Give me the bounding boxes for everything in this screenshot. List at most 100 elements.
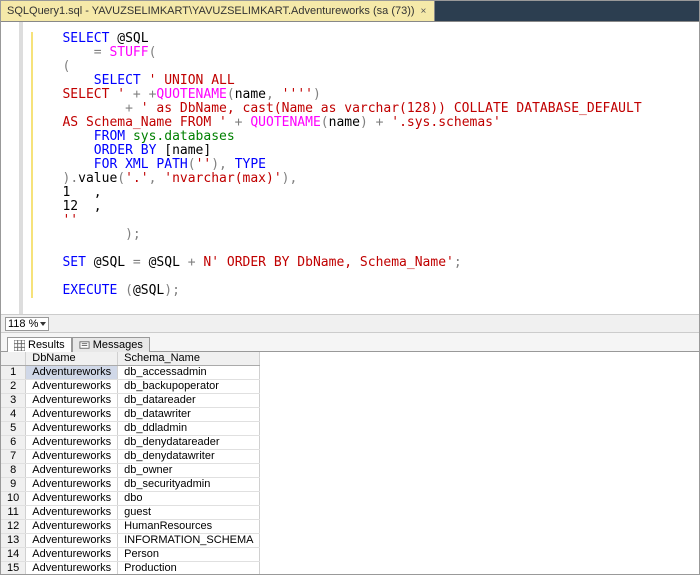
row-number[interactable]: 10 (1, 492, 26, 506)
table-row[interactable]: 13AdventureworksINFORMATION_SCHEMA (1, 534, 260, 548)
cell-schemaname[interactable]: guest (118, 506, 260, 520)
cell-dbname[interactable]: Adventureworks (26, 562, 118, 575)
sql-editor[interactable]: SELECT @SQL = STUFF( ( SELECT ' UNION AL… (1, 22, 699, 314)
code-line: ); (39, 227, 141, 242)
code-line: ).value('.', 'nvarchar(max)'), (39, 171, 297, 186)
cell-schemaname[interactable]: db_backupoperator (118, 380, 260, 394)
cell-dbname[interactable]: Adventureworks (26, 394, 118, 408)
cell-dbname[interactable]: Adventureworks (26, 534, 118, 548)
cell-schemaname[interactable]: db_datareader (118, 394, 260, 408)
results-grid[interactable]: DbName Schema_Name 1Adventureworksdb_acc… (1, 352, 699, 574)
table-row[interactable]: 12AdventureworksHumanResources (1, 520, 260, 534)
cell-schemaname[interactable]: db_ddladmin (118, 422, 260, 436)
table-row[interactable]: 6Adventureworksdb_denydatareader (1, 436, 260, 450)
row-number[interactable]: 3 (1, 394, 26, 408)
rownum-header[interactable] (1, 352, 26, 366)
cell-schemaname[interactable]: db_securityadmin (118, 478, 260, 492)
results-tab-bar: Results Messages (1, 332, 699, 352)
table-row[interactable]: 5Adventureworksdb_ddladmin (1, 422, 260, 436)
row-number[interactable]: 7 (1, 450, 26, 464)
row-number[interactable]: 2 (1, 380, 26, 394)
code-line (39, 241, 47, 256)
cell-dbname[interactable]: Adventureworks (26, 464, 118, 478)
code-line: 12 , (39, 199, 102, 214)
cell-schemaname[interactable]: db_datawriter (118, 408, 260, 422)
cell-dbname[interactable]: Adventureworks (26, 366, 118, 380)
cell-schemaname[interactable]: db_accessadmin (118, 366, 260, 380)
code-line: SELECT ' UNION ALL (39, 73, 235, 88)
tab-results-label: Results (28, 339, 65, 351)
row-number[interactable]: 4 (1, 408, 26, 422)
row-number[interactable]: 12 (1, 520, 26, 534)
code-line: EXECUTE (@SQL); (39, 283, 180, 298)
code-line: '' (39, 213, 78, 228)
tab-label: SQLQuery1.sql - YAVUZSELIMKART\YAVUZSELI… (7, 5, 415, 17)
table-row[interactable]: 2Adventureworksdb_backupoperator (1, 380, 260, 394)
table-row[interactable]: 4Adventureworksdb_datawriter (1, 408, 260, 422)
zoom-value: 118 % (8, 318, 38, 330)
tab-results[interactable]: Results (7, 337, 72, 352)
zoom-dropdown[interactable]: 118 % (5, 317, 49, 331)
code-line: SELECT @SQL (39, 31, 149, 46)
row-number[interactable]: 5 (1, 422, 26, 436)
code-line: SELECT ' + +QUOTENAME(name, '''') (39, 87, 321, 102)
code-line: FOR XML PATH(''), TYPE (39, 157, 266, 172)
cell-dbname[interactable]: Adventureworks (26, 422, 118, 436)
code-line: FROM sys.databases (39, 129, 235, 144)
cell-schemaname[interactable]: db_denydatawriter (118, 450, 260, 464)
row-number[interactable]: 9 (1, 478, 26, 492)
chevron-down-icon (40, 322, 46, 326)
cell-dbname[interactable]: Adventureworks (26, 478, 118, 492)
table-row[interactable]: 9Adventureworksdb_securityadmin (1, 478, 260, 492)
code-line: + ' as DbName, cast(Name as varchar(128)… (39, 101, 642, 116)
code-line: ORDER BY [name] (39, 143, 211, 158)
app-window: SQLQuery1.sql - YAVUZSELIMKART\YAVUZSELI… (0, 0, 700, 575)
cell-dbname[interactable]: Adventureworks (26, 380, 118, 394)
row-number[interactable]: 14 (1, 548, 26, 562)
grid-icon (14, 340, 25, 351)
column-header-dbname[interactable]: DbName (26, 352, 118, 366)
zoom-bar: 118 % (1, 314, 699, 332)
cell-schemaname[interactable]: db_owner (118, 464, 260, 478)
table-row[interactable]: 3Adventureworksdb_datareader (1, 394, 260, 408)
table-row[interactable]: 8Adventureworksdb_owner (1, 464, 260, 478)
tab-messages-label: Messages (93, 339, 143, 351)
cell-dbname[interactable]: Adventureworks (26, 520, 118, 534)
table-row[interactable]: 10Adventureworksdbo (1, 492, 260, 506)
row-number[interactable]: 1 (1, 366, 26, 380)
table-row[interactable]: 14AdventureworksPerson (1, 548, 260, 562)
cell-dbname[interactable]: Adventureworks (26, 450, 118, 464)
document-tab-bar: SQLQuery1.sql - YAVUZSELIMKART\YAVUZSELI… (1, 1, 699, 22)
table-row[interactable]: 15AdventureworksProduction (1, 562, 260, 575)
cell-dbname[interactable]: Adventureworks (26, 408, 118, 422)
code-line (39, 269, 47, 284)
row-number[interactable]: 15 (1, 562, 26, 575)
table-row[interactable]: 1Adventureworksdb_accessadmin (1, 366, 260, 380)
cell-schemaname[interactable]: INFORMATION_SCHEMA (118, 534, 260, 548)
code-line: AS Schema_Name FROM ' + QUOTENAME(name) … (39, 115, 501, 130)
header-row: DbName Schema_Name (1, 352, 260, 366)
row-number[interactable]: 11 (1, 506, 26, 520)
code-line: = STUFF( (39, 45, 156, 60)
cell-dbname[interactable]: Adventureworks (26, 492, 118, 506)
document-tab-sqlquery1[interactable]: SQLQuery1.sql - YAVUZSELIMKART\YAVUZSELI… (1, 1, 435, 21)
cell-dbname[interactable]: Adventureworks (26, 548, 118, 562)
cell-schemaname[interactable]: Production (118, 562, 260, 575)
table-row[interactable]: 7Adventureworksdb_denydatawriter (1, 450, 260, 464)
code-line: SET @SQL = @SQL + N' ORDER BY DbName, Sc… (39, 255, 462, 270)
cell-schemaname[interactable]: Person (118, 548, 260, 562)
close-icon[interactable]: × (419, 6, 429, 17)
row-number[interactable]: 6 (1, 436, 26, 450)
row-number[interactable]: 13 (1, 534, 26, 548)
cell-dbname[interactable]: Adventureworks (26, 506, 118, 520)
cell-dbname[interactable]: Adventureworks (26, 436, 118, 450)
table-row[interactable]: 11Adventureworksguest (1, 506, 260, 520)
tab-messages[interactable]: Messages (72, 337, 150, 352)
cell-schemaname[interactable]: HumanResources (118, 520, 260, 534)
row-number[interactable]: 8 (1, 464, 26, 478)
messages-icon (79, 340, 90, 351)
column-header-schemaname[interactable]: Schema_Name (118, 352, 260, 366)
code-line: 1 , (39, 185, 102, 200)
cell-schemaname[interactable]: db_denydatareader (118, 436, 260, 450)
cell-schemaname[interactable]: dbo (118, 492, 260, 506)
